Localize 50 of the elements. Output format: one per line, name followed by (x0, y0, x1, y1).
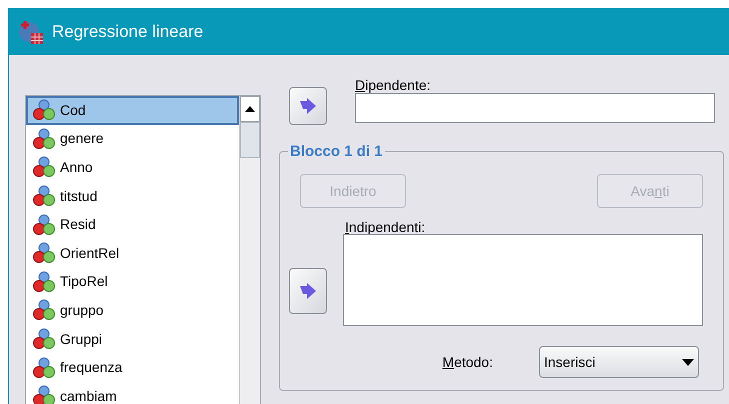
scrollbar[interactable] (239, 96, 260, 404)
variable-icon (32, 156, 56, 178)
variable-icon (32, 242, 56, 264)
variable-icon (32, 214, 56, 236)
variable-name: genere (60, 129, 104, 148)
variable-name: OrientRel (60, 244, 120, 263)
variable-icon (32, 356, 56, 379)
move-button[interactable] (289, 268, 327, 314)
up-icon (245, 106, 255, 112)
variable-item[interactable]: genere (26, 124, 239, 154)
variable-name: gruppo (60, 300, 104, 320)
move-button[interactable] (289, 87, 327, 125)
arrow-icon (299, 98, 317, 114)
scroll-thumb[interactable] (240, 122, 260, 158)
variable-item[interactable]: Cod (26, 96, 239, 125)
variable-item[interactable]: Gruppi (26, 324, 239, 354)
variable-name: Gruppi (60, 330, 102, 349)
arrow-icon (299, 283, 317, 299)
variable-icon (32, 299, 56, 322)
variable-icon (32, 99, 56, 122)
variable-name: frequenza (60, 358, 122, 378)
variable-name: Anno (60, 158, 93, 177)
independents-field[interactable] (343, 234, 703, 326)
variable-item[interactable]: OrientRel (26, 238, 239, 268)
variable-icon (32, 270, 56, 293)
variable-name: cambiam (60, 386, 117, 404)
variable-name: titstud (60, 186, 98, 206)
variable-item[interactable]: TipoRel (26, 268, 239, 296)
app-icon (18, 18, 44, 44)
window-title: Regressione lineare (52, 20, 204, 43)
scroll-up-button[interactable] (240, 96, 260, 122)
independents-label: Indipendenti: (345, 220, 426, 232)
variable-item[interactable]: frequenza (26, 353, 239, 382)
variable-item[interactable]: Anno (26, 153, 239, 182)
variable-item[interactable]: titstud (26, 182, 239, 210)
variable-icon (32, 385, 56, 404)
variable-name: TipoRel (60, 272, 108, 292)
variable-icon (32, 128, 56, 150)
variable-item[interactable]: cambiam (26, 382, 239, 404)
variable-item[interactable]: Resid (26, 210, 239, 239)
variable-name: Resid (60, 215, 96, 234)
variable-icon (32, 328, 56, 350)
variable-item[interactable]: gruppo (26, 296, 239, 325)
method-dropdown[interactable]: Inserisci (539, 346, 699, 378)
method-label: Metodo: (442, 352, 493, 372)
caret-icon (682, 358, 694, 366)
variable-name: Cod (60, 100, 86, 120)
dependent-label: Dipendente: (355, 76, 432, 93)
variable-icon (32, 185, 56, 208)
dependent-field[interactable] (355, 93, 715, 123)
